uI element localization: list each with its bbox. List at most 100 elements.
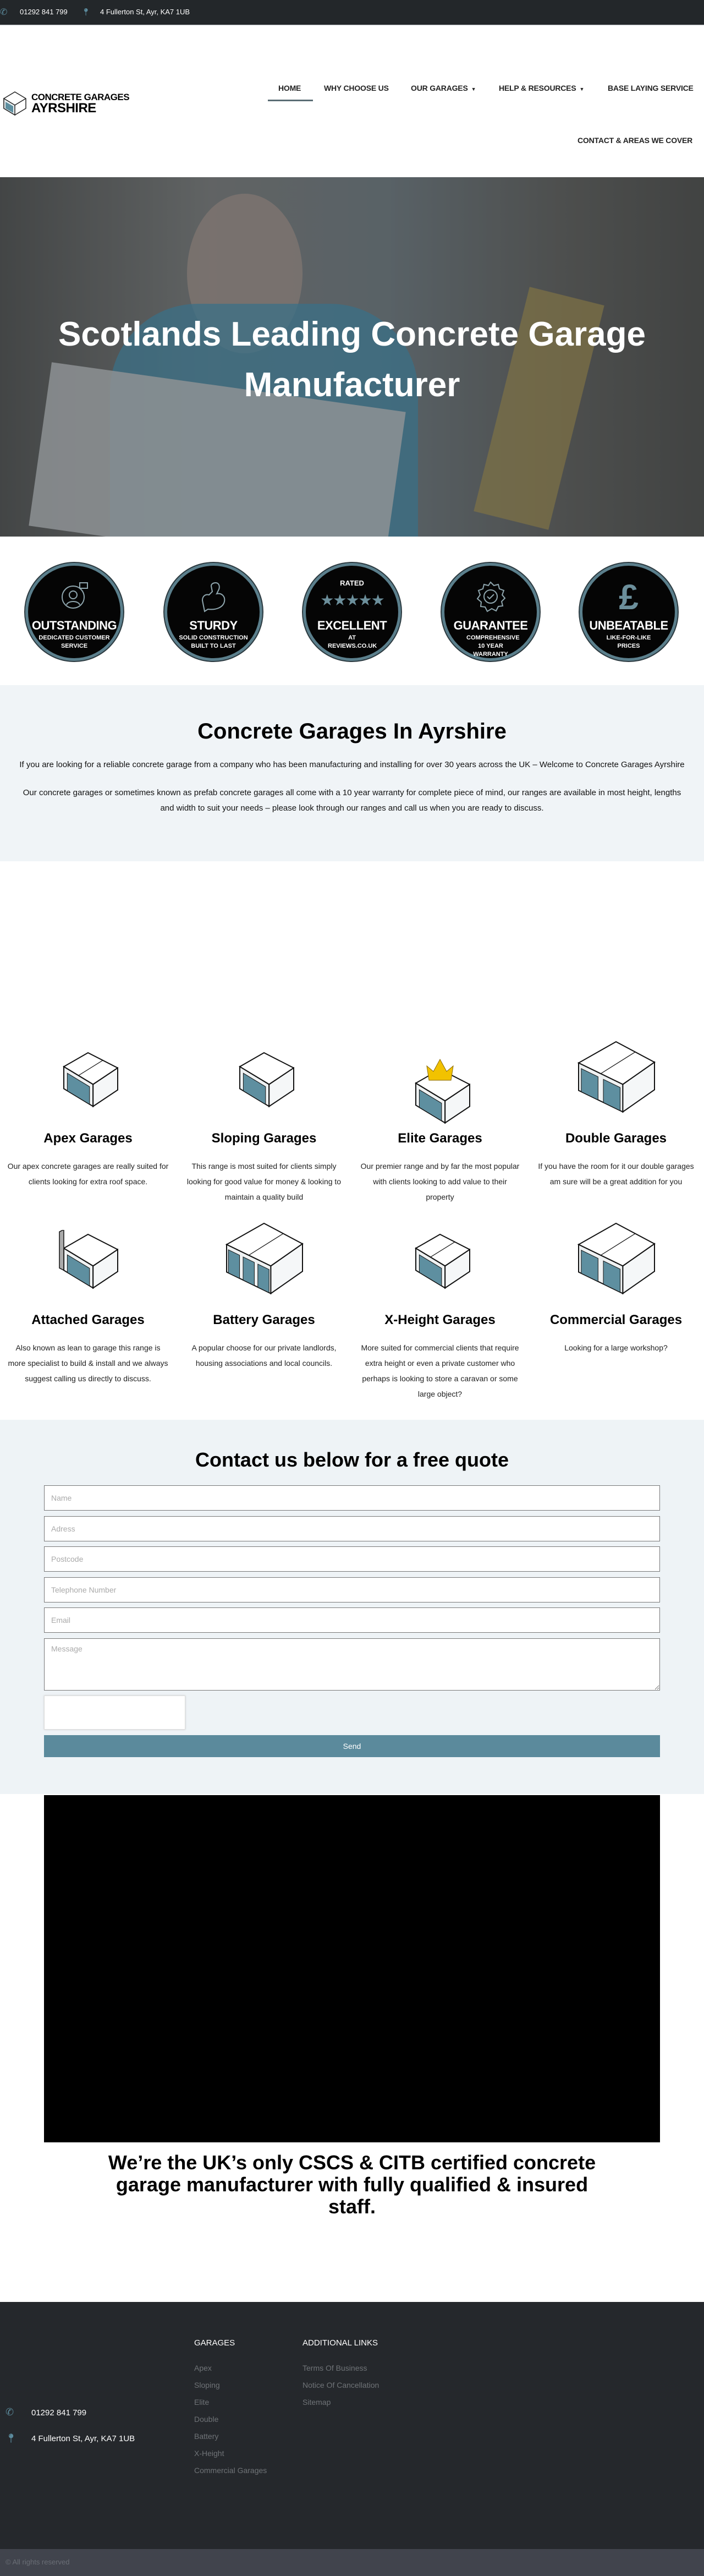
hero-title: Scotlands Leading Concrete Garage Manufa… (58, 315, 646, 404)
telephone-input[interactable] (44, 1577, 660, 1603)
captcha-widget[interactable] (44, 1696, 185, 1730)
caret-down-icon: ▼ (579, 86, 585, 92)
garage-card[interactable]: Apex Garages Our apex concrete garages a… (0, 1043, 176, 1189)
sloping-garage-icon[interactable] (176, 1043, 352, 1131)
footer-additional-link[interactable]: Notice Of Cancellation (302, 2381, 379, 2389)
intro-paragraph-2: Our concrete garages or sometimes known … (23, 788, 681, 813)
five-stars-icon: ★★★★★ (320, 592, 385, 609)
footer-garage-link[interactable]: Battery (194, 2432, 218, 2441)
nav-our-garages[interactable]: OUR GARAGES ▼ (411, 84, 476, 92)
nav-contact-areas[interactable]: CONTACT & AREAS WE COVER (578, 136, 692, 145)
garage-card[interactable]: Commercial Garages Looking for a large w… (528, 1222, 704, 1355)
garage-card[interactable]: X-Height Garages More suited for commerc… (352, 1224, 528, 1402)
garage-card[interactable]: Elite Garages Our premier range and by f… (352, 1043, 528, 1205)
site-header: CONCRETE GARAGES AYRSHIRE HOME WHY CHOOS… (0, 25, 704, 177)
site-footer: ✆ 01292 841 799 📍︎ 4 Fullerton St, Ayr, … (0, 2302, 704, 2549)
garage-description: More suited for commercial clients that … (361, 1343, 519, 1398)
badge-title: OUTSTANDING (31, 619, 117, 632)
garage-title[interactable]: Commercial Garages (528, 1312, 704, 1328)
intro-paragraph-1: If you are looking for a reliable concre… (19, 760, 685, 769)
badge-guarantee: GUARANTEE COMPREHENSIVE 10 YEAR WARRANTY (442, 563, 540, 661)
active-nav-indicator (268, 100, 313, 101)
postcode-input[interactable] (44, 1546, 660, 1572)
garage-title[interactable]: Attached Garages (0, 1312, 176, 1328)
nav-home[interactable]: HOME (278, 84, 301, 92)
cscs-statement: We’re the UK’s only CSCS & CITB certifie… (108, 2151, 596, 2218)
intro-section: Concrete Garages In Ayrshire If you are … (0, 685, 704, 861)
contact-title: Contact us below for a free quote (195, 1448, 509, 1471)
contact-form-section: Contact us below for a free quote Send (0, 1420, 704, 1794)
name-input[interactable] (44, 1485, 660, 1511)
apex-garage-icon[interactable] (0, 1043, 176, 1131)
send-button[interactable]: Send (44, 1735, 660, 1757)
garage-description: Looking for a large workshop? (564, 1343, 668, 1352)
pound-sign-icon: £ (619, 577, 639, 617)
garage-description: If you have the room for it our double g… (538, 1162, 694, 1186)
video-player[interactable] (44, 1795, 660, 2142)
badge-subtitle: LIKE-FOR-LIKE PRICES (606, 635, 651, 649)
garage-card[interactable]: Double Garages If you have the room for … (528, 1041, 704, 1189)
email-input[interactable] (44, 1607, 660, 1633)
topbar-address: 4 Fullerton St, Ayr, KA7 1UB (100, 8, 190, 16)
caret-down-icon: ▼ (471, 86, 476, 92)
hero-banner: Scotlands Leading Concrete Garage Manufa… (0, 177, 704, 537)
nav-our-garages-label: OUR GARAGES (411, 84, 468, 92)
badge-excellent: RATED ★★★★★ EXCELLENT AT REVIEWS.CO.UK (303, 563, 401, 661)
garage-title[interactable]: Battery Garages (176, 1312, 352, 1328)
footer-garage-link[interactable]: Sloping (194, 2381, 220, 2389)
garage-card[interactable]: Battery Garages A popular choose for our… (176, 1222, 352, 1371)
garage-description: A popular choose for our private landlor… (191, 1343, 337, 1368)
garage-card[interactable]: Sloping Garages This range is most suite… (176, 1043, 352, 1205)
footer-garage-link[interactable]: Apex (194, 2364, 212, 2372)
address-input[interactable] (44, 1516, 660, 1541)
garage-card[interactable]: Attached Garages Also known as lean to g… (0, 1224, 176, 1386)
double-garage-icon[interactable] (528, 1041, 704, 1131)
battery-garage-icon[interactable] (176, 1222, 352, 1312)
garage-description: Also known as lean to garage this range … (8, 1343, 168, 1383)
badge-title: EXCELLENT (317, 619, 387, 632)
commercial-garage-icon[interactable] (528, 1222, 704, 1312)
footer-bottom-bar: © All rights reserved (0, 2549, 704, 2576)
crown-icon (426, 1058, 454, 1081)
badge-outstanding: OUTSTANDING DEDICATED CUSTOMER SERVICE (25, 563, 123, 661)
badge-title: STURDY (189, 619, 238, 632)
garage-title[interactable]: Sloping Garages (176, 1131, 352, 1146)
garage-title[interactable]: X-Height Garages (352, 1312, 528, 1328)
nav-base-laying-service[interactable]: BASE LAYING SERVICE (608, 84, 694, 92)
location-pin-icon: 📍︎ (6, 2434, 17, 2443)
footer-garage-link[interactable]: Commercial Garages (194, 2466, 267, 2475)
footer-phone-link[interactable]: 01292 841 799 (31, 2408, 86, 2418)
elite-garage-icon[interactable] (352, 1043, 528, 1131)
x-height-garage-icon[interactable] (352, 1224, 528, 1312)
badge-subtitle: SOLID CONSTRUCTION BUILT TO LAST (179, 635, 248, 649)
topbar-phone-link[interactable]: 01292 841 799 (20, 8, 68, 16)
intro-title: Concrete Garages In Ayrshire (197, 719, 507, 743)
footer-address: 4 Fullerton St, Ayr, KA7 1UB (31, 2434, 135, 2443)
top-bar: ✆ 01292 841 799 📍︎ 4 Fullerton St, Ayr, … (0, 0, 704, 25)
phone-icon: ✆ (6, 2407, 14, 2418)
logo-garage-icon (3, 91, 26, 116)
badge-top-text: RATED (340, 579, 364, 587)
copyright-text: © All rights reserved (6, 2558, 70, 2566)
garage-description: This range is most suited for clients si… (186, 1162, 342, 1201)
location-pin-icon: 📍︎ (81, 8, 91, 16)
message-textarea[interactable] (44, 1638, 660, 1691)
badge-unbeatable: £ UNBEATABLE LIKE-FOR-LIKE PRICES (580, 563, 678, 661)
nav-help-resources[interactable]: HELP & RESOURCES ▼ (499, 84, 584, 92)
badge-subtitle: COMPREHENSIVE 10 YEAR WARRANTY (466, 635, 520, 658)
garage-title[interactable]: Elite Garages (352, 1131, 528, 1146)
badge-subtitle: DEDICATED CUSTOMER SERVICE (38, 635, 110, 649)
footer-garage-link[interactable]: X-Height (194, 2449, 224, 2458)
nav-help-resources-label: HELP & RESOURCES (499, 84, 576, 92)
garage-title[interactable]: Apex Garages (0, 1131, 176, 1146)
footer-garage-link[interactable]: Elite (194, 2398, 209, 2407)
footer-garage-link[interactable]: Double (194, 2415, 218, 2424)
nav-why-choose-us[interactable]: WHY CHOOSE US (324, 84, 389, 92)
garage-title[interactable]: Double Garages (528, 1131, 704, 1146)
footer-additional-link[interactable]: Sitemap (302, 2398, 331, 2407)
phone-icon: ✆ (0, 8, 8, 17)
logo-line2: AYRSHIRE (31, 101, 96, 116)
attached-garage-icon[interactable] (0, 1224, 176, 1312)
footer-additional-link[interactable]: Terms Of Business (302, 2364, 367, 2372)
site-logo[interactable]: CONCRETE GARAGES AYRSHIRE (3, 91, 130, 116)
